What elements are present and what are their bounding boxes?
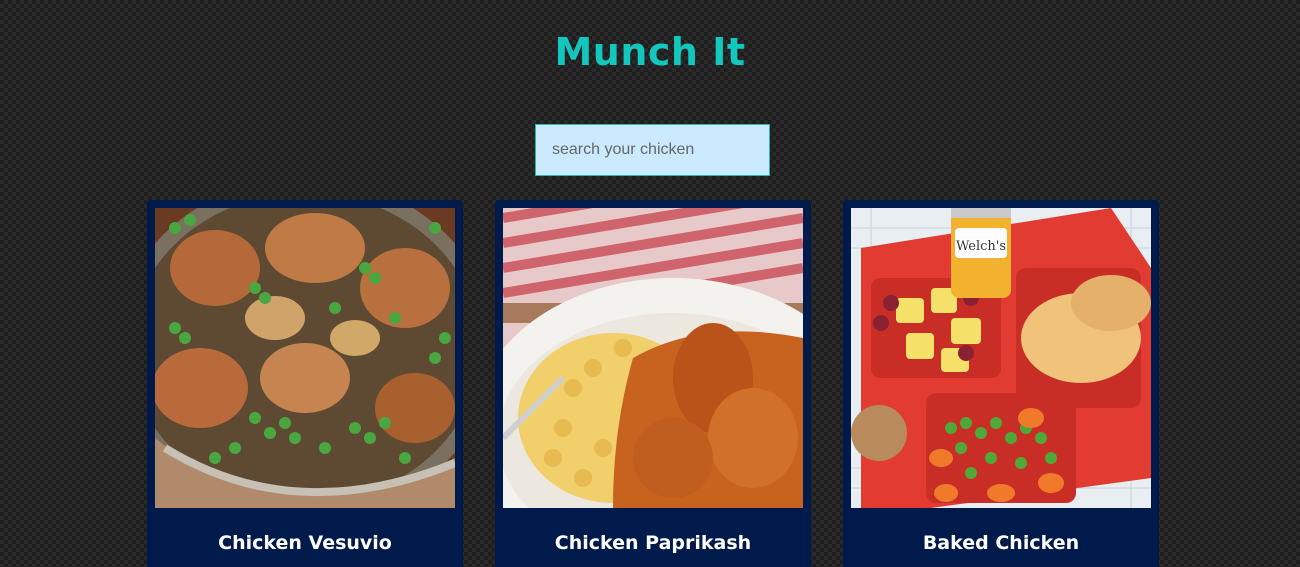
recipe-card[interactable]: Chicken Paprikash	[495, 200, 811, 567]
recipe-name: Chicken Vesuvio	[218, 532, 392, 554]
recipe-card[interactable]: Welch's Baked Chicken	[843, 200, 1159, 567]
baked-chicken-photo: Welch's	[851, 208, 1151, 508]
recipe-name: Chicken Paprikash	[554, 532, 752, 554]
search-input[interactable]	[535, 124, 770, 176]
recipe-name: Baked Chicken	[922, 532, 1080, 554]
chicken-paprikash-photo	[503, 208, 803, 508]
recipe-image[interactable]	[155, 208, 455, 508]
recipe-image[interactable]: Welch's	[851, 208, 1151, 508]
recipe-image[interactable]	[503, 208, 803, 508]
page-title: Munch It	[554, 30, 746, 74]
svg-text:Welch's: Welch's	[956, 239, 1006, 254]
recipe-card[interactable]: Chicken Vesuvio	[147, 200, 463, 567]
chicken-vesuvio-photo	[155, 208, 455, 508]
